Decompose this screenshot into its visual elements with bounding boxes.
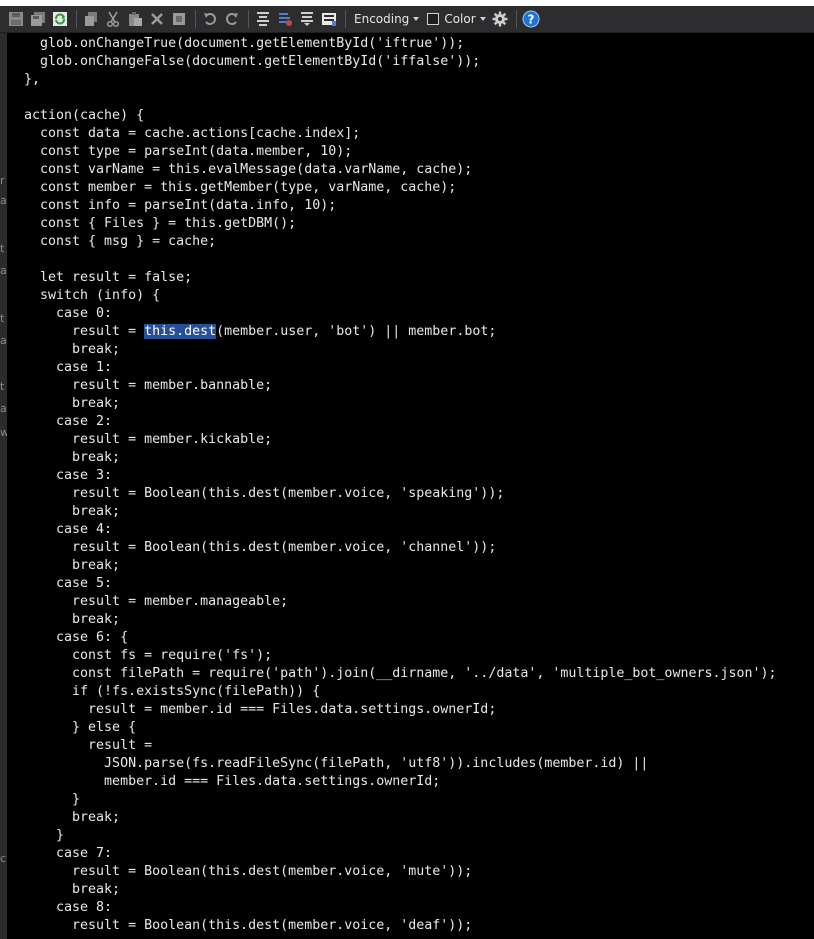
color-label: Color: [444, 12, 476, 26]
code-text[interactable]: glob.onChangeTrue(document.getElementByI…: [7, 35, 777, 935]
code-line[interactable]: break;: [24, 881, 777, 899]
code-line[interactable]: case 5:: [24, 575, 777, 593]
code-line[interactable]: const info = parseInt(data.info, 10);: [24, 197, 777, 215]
color-dropdown[interactable]: Color: [423, 9, 489, 29]
code-line[interactable]: break;: [24, 341, 777, 359]
code-line[interactable]: result = member.bannable;: [24, 377, 777, 395]
code-line[interactable]: } else {: [24, 719, 777, 737]
code-line[interactable]: },: [24, 71, 777, 89]
code-line[interactable]: [24, 89, 777, 107]
copy-icon[interactable]: [81, 9, 101, 29]
chevron-down-icon: [413, 17, 420, 21]
code-line[interactable]: }: [24, 827, 777, 845]
code-line[interactable]: case 0:: [24, 305, 777, 323]
toolbar-separator: [248, 10, 249, 28]
undo-icon[interactable]: [200, 9, 220, 29]
background-window-edge: r a t a t a t a w c: [0, 33, 9, 939]
code-line[interactable]: const fs = require('fs');: [24, 647, 777, 665]
toolbar-separator: [515, 10, 517, 28]
code-line[interactable]: break;: [24, 449, 777, 467]
toolbar-separator: [345, 10, 346, 28]
panel-icon[interactable]: [319, 9, 339, 29]
code-line[interactable]: member.id === Files.data.settings.ownerI…: [24, 773, 777, 791]
code-line[interactable]: case 4:: [24, 521, 777, 539]
chevron-down-icon: [479, 17, 486, 21]
code-line[interactable]: result = member.kickable;: [24, 431, 777, 449]
code-line[interactable]: const varName = this.evalMessage(data.va…: [24, 161, 777, 179]
toolbar-separator: [76, 10, 77, 28]
code-line[interactable]: switch (info) {: [24, 287, 777, 305]
redo-icon[interactable]: [222, 9, 242, 29]
cut-icon[interactable]: [103, 9, 123, 29]
code-line[interactable]: const { msg } = cache;: [24, 233, 777, 251]
code-line[interactable]: result = this.dest(member.user, 'bot') |…: [24, 323, 777, 341]
code-line[interactable]: break;: [24, 395, 777, 413]
color-checkbox[interactable]: [427, 13, 440, 25]
code-line[interactable]: case 3:: [24, 467, 777, 485]
encoding-label: Encoding: [354, 12, 410, 26]
code-line[interactable]: result = Boolean(this.dest(member.voice,…: [24, 917, 777, 935]
code-line[interactable]: break;: [24, 809, 777, 827]
svg-text:?: ?: [527, 12, 534, 26]
paste-icon[interactable]: [125, 9, 145, 29]
code-editor[interactable]: glob.onChangeTrue(document.getElementByI…: [7, 33, 814, 939]
toolbar: Encoding Color ?: [0, 6, 814, 33]
code-line[interactable]: const data = cache.actions[cache.index];: [24, 125, 777, 143]
compare-next-icon[interactable]: [297, 9, 317, 29]
code-line[interactable]: result = Boolean(this.dest(member.voice,…: [24, 485, 777, 503]
code-line[interactable]: result = member.manageable;: [24, 593, 777, 611]
code-line[interactable]: case 1:: [24, 359, 777, 377]
code-line[interactable]: const member = this.getMember(type, varN…: [24, 179, 777, 197]
code-line[interactable]: break;: [24, 557, 777, 575]
code-line[interactable]: result = Boolean(this.dest(member.voice,…: [24, 539, 777, 557]
save-all-icon[interactable]: [28, 9, 48, 29]
code-line[interactable]: case 7:: [24, 845, 777, 863]
gear-icon[interactable]: [490, 9, 510, 29]
text-selection[interactable]: this.dest: [144, 324, 217, 339]
code-line[interactable]: glob.onChangeFalse(document.getElementBy…: [24, 53, 777, 71]
code-line[interactable]: break;: [24, 503, 777, 521]
code-editor-window: Encoding Color ? r a t a t a t a w c glo…: [0, 0, 814, 939]
code-line[interactable]: result =: [24, 737, 777, 755]
code-line[interactable]: JSON.parse(fs.readFileSync(filePath, 'ut…: [24, 755, 777, 773]
code-line[interactable]: break;: [24, 611, 777, 629]
toolbar-separator: [195, 10, 196, 28]
compare-icon[interactable]: [253, 9, 273, 29]
code-line[interactable]: case 2:: [24, 413, 777, 431]
stop-icon[interactable]: [169, 9, 189, 29]
code-line[interactable]: action(cache) {: [24, 107, 777, 125]
code-line[interactable]: glob.onChangeTrue(document.getElementByI…: [24, 35, 777, 53]
delete-icon[interactable]: [147, 9, 167, 29]
code-line[interactable]: const filePath = require('path').join(__…: [24, 665, 776, 683]
code-line[interactable]: result = member.id === Files.data.settin…: [24, 701, 777, 719]
save-icon[interactable]: [6, 9, 26, 29]
code-line[interactable]: result = Boolean(this.dest(member.voice,…: [24, 863, 777, 881]
code-line[interactable]: if (!fs.existsSync(filePath)) {: [24, 683, 777, 701]
code-line[interactable]: case 8:: [24, 899, 777, 917]
code-line[interactable]: let result = false;: [24, 269, 777, 287]
code-line[interactable]: const type = parseInt(data.member, 10);: [24, 143, 777, 161]
refresh-icon[interactable]: [50, 9, 70, 29]
help-icon[interactable]: ?: [521, 9, 541, 29]
code-line[interactable]: const { Files } = this.getDBM();: [24, 215, 777, 233]
code-line[interactable]: [24, 251, 777, 269]
encoding-dropdown[interactable]: Encoding: [350, 9, 423, 29]
code-line[interactable]: }: [24, 791, 777, 809]
compare-alt-icon[interactable]: [275, 9, 295, 29]
code-line[interactable]: case 6: {: [24, 629, 777, 647]
